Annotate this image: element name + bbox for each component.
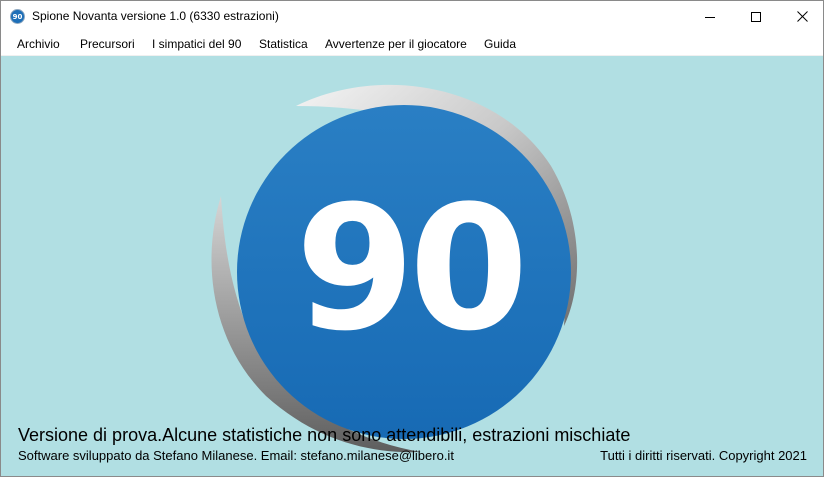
logo-90-image: 90 — [211, 84, 578, 453]
title-bar[interactable]: 90 Spione Novanta versione 1.0 (6330 est… — [1, 1, 823, 32]
app-window: 90 Spione Novanta versione 1.0 (6330 est… — [0, 0, 824, 477]
menu-archivio[interactable]: Archivio — [17, 37, 60, 51]
maximize-icon — [751, 11, 761, 22]
minimize-icon — [705, 16, 715, 18]
credits-text: Software sviluppato da Stefano Milanese.… — [18, 448, 454, 463]
menu-simpatici-del-90[interactable]: I simpatici del 90 — [152, 37, 241, 51]
app-90-icon[interactable]: 90 — [10, 9, 25, 24]
menu-precursori[interactable]: Precursori — [80, 37, 135, 51]
main-panel: 90 Versione di prova.Alcune statistiche … — [1, 56, 823, 476]
menu-avvertenze[interactable]: Avvertenze per il giocatore — [325, 37, 467, 51]
menu-bar: Archivio Precursori I simpatici del 90 S… — [1, 32, 823, 56]
window-title: Spione Novanta versione 1.0 (6330 estraz… — [32, 9, 279, 23]
maximize-button[interactable] — [733, 1, 779, 32]
copyright-text: Tutti i diritti riservati. Copyright 202… — [600, 448, 807, 463]
menu-statistica[interactable]: Statistica — [259, 37, 308, 51]
menu-guida[interactable]: Guida — [484, 37, 516, 51]
logo-text: 90 — [295, 168, 522, 369]
close-button[interactable] — [779, 1, 823, 32]
trial-notice: Versione di prova.Alcune statistiche non… — [18, 425, 631, 445]
close-icon — [796, 11, 808, 22]
minimize-button[interactable] — [687, 1, 733, 32]
